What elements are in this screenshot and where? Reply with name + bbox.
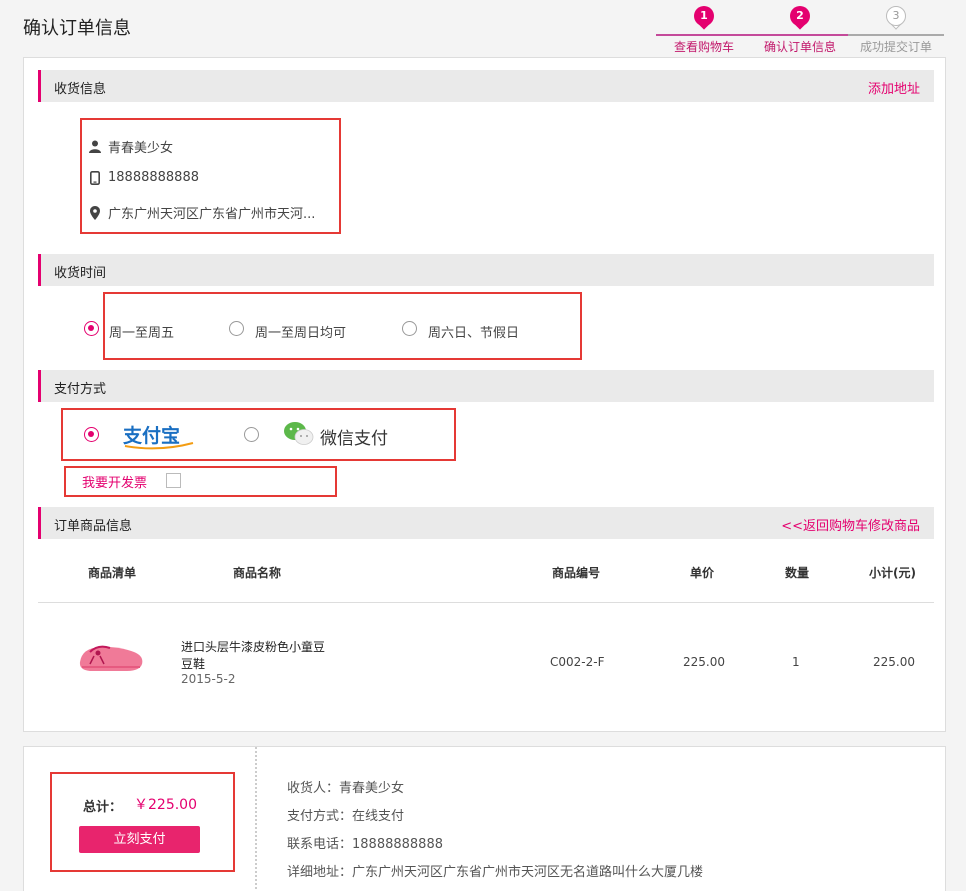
delivery-option-label: 周六日、节假日 <box>428 326 520 341</box>
order-steps: 1 查看购物车 2 确认订单信息 3 成功提交订单 <box>656 6 944 56</box>
step-label: 成功提交订单 <box>859 40 932 54</box>
step-label: 确认订单信息 <box>763 40 836 54</box>
product-name-line1[interactable]: 进口头层牛漆皮粉色小童豆 <box>181 638 325 655</box>
delivery-weekday-radio[interactable] <box>84 321 99 336</box>
wechat-icon <box>283 421 315 447</box>
table-divider <box>38 602 934 603</box>
invoice-label: 我要开发票 <box>82 476 148 491</box>
product-date: 2015-5-2 <box>181 672 236 686</box>
add-address-link[interactable]: 添加地址 <box>868 78 920 97</box>
step-marker-icon: 3 <box>886 6 906 30</box>
receiver-name: 青春美少女 <box>108 141 174 156</box>
receiver-phone: 18888888888 <box>108 170 199 185</box>
delivery-option-label: 周一至周日均可 <box>255 326 347 341</box>
product-qty: 1 <box>792 655 800 669</box>
product-image[interactable] <box>76 634 146 678</box>
summary-receiver: 收货人：青春美少女 <box>287 781 405 796</box>
product-sku: C002-2-F <box>550 655 605 669</box>
wechat-pay-label[interactable]: 微信支付 <box>320 424 388 449</box>
step-marker-icon: 1 <box>694 6 714 30</box>
col-header-subtotal: 小计(元) <box>869 566 916 580</box>
delivery-option-label: 周一至周五 <box>109 326 175 341</box>
step-label: 查看购物车 <box>673 40 734 54</box>
col-header-qty: 数量 <box>785 566 810 580</box>
delivery-allweek-radio[interactable] <box>229 321 244 336</box>
total-value: ￥225.00 <box>134 797 197 813</box>
product-name-line2[interactable]: 豆鞋 <box>181 655 205 672</box>
pay-now-button[interactable]: 立刻支付 <box>79 826 200 853</box>
col-header-name: 商品名称 <box>233 566 282 580</box>
section-title: 订单商品信息 <box>54 519 133 534</box>
order-items-section-header: 订单商品信息 <<返回购物车修改商品 <box>38 507 934 539</box>
col-header-sku: 商品编号 <box>552 566 601 580</box>
section-title: 支付方式 <box>54 382 107 397</box>
product-subtotal: 225.00 <box>873 655 915 669</box>
col-header-list: 商品清单 <box>88 566 137 580</box>
total-label: 总计： <box>83 800 123 815</box>
summary-pay-method: 支付方式：在线支付 <box>287 809 405 824</box>
receiver-address: 广东广州天河区广东省广州市天河... <box>108 207 316 222</box>
receiver-phone-row: 18888888888 <box>88 170 199 185</box>
summary-divider <box>255 747 257 891</box>
alipay-logo[interactable]: 支付宝 <box>122 422 197 450</box>
user-icon <box>88 140 102 154</box>
section-title: 收货时间 <box>54 266 107 281</box>
col-header-price: 单价 <box>690 566 715 580</box>
back-to-cart-link[interactable]: <<返回购物车修改商品 <box>781 515 920 534</box>
alipay-logo-text: 支付宝 <box>123 424 180 447</box>
step-submit-order: 3 成功提交订单 <box>848 6 944 54</box>
shipping-section-header: 收货信息 添加地址 <box>38 70 934 102</box>
delivery-time-section-header: 收货时间 <box>38 254 934 286</box>
payment-section-header: 支付方式 <box>38 370 934 402</box>
summary-phone: 联系电话：18888888888 <box>287 837 443 852</box>
summary-address: 详细地址：广东广州天河区广东省广州市天河区无名道路叫什么大厦几楼 <box>287 865 704 880</box>
receiver-name-row: 青春美少女 <box>88 137 173 156</box>
receiver-address-row: 广东广州天河区广东省广州市天河... <box>88 203 315 222</box>
order-panel: 收货信息 添加地址 青春美少女 18888888888 广东广州天河区广东省广州… <box>23 57 946 732</box>
product-price: 225.00 <box>683 655 725 669</box>
step-view-cart[interactable]: 1 查看购物车 <box>656 6 752 54</box>
page-title: 确认订单信息 <box>23 18 131 39</box>
order-summary-panel: 总计： ￥225.00 立刻支付 收货人：青春美少女 支付方式：在线支付 联系电… <box>23 746 946 891</box>
step-confirm-order: 2 确认订单信息 <box>752 6 848 54</box>
mobile-phone-icon <box>88 170 102 185</box>
wechat-pay-radio[interactable] <box>244 427 259 442</box>
step-marker-icon: 2 <box>790 6 810 30</box>
total-pay-box <box>50 772 235 872</box>
delivery-weekend-radio[interactable] <box>402 321 417 336</box>
invoice-checkbox[interactable] <box>166 473 181 488</box>
alipay-radio[interactable] <box>84 427 99 442</box>
location-pin-icon <box>88 205 102 220</box>
section-title: 收货信息 <box>54 82 107 97</box>
